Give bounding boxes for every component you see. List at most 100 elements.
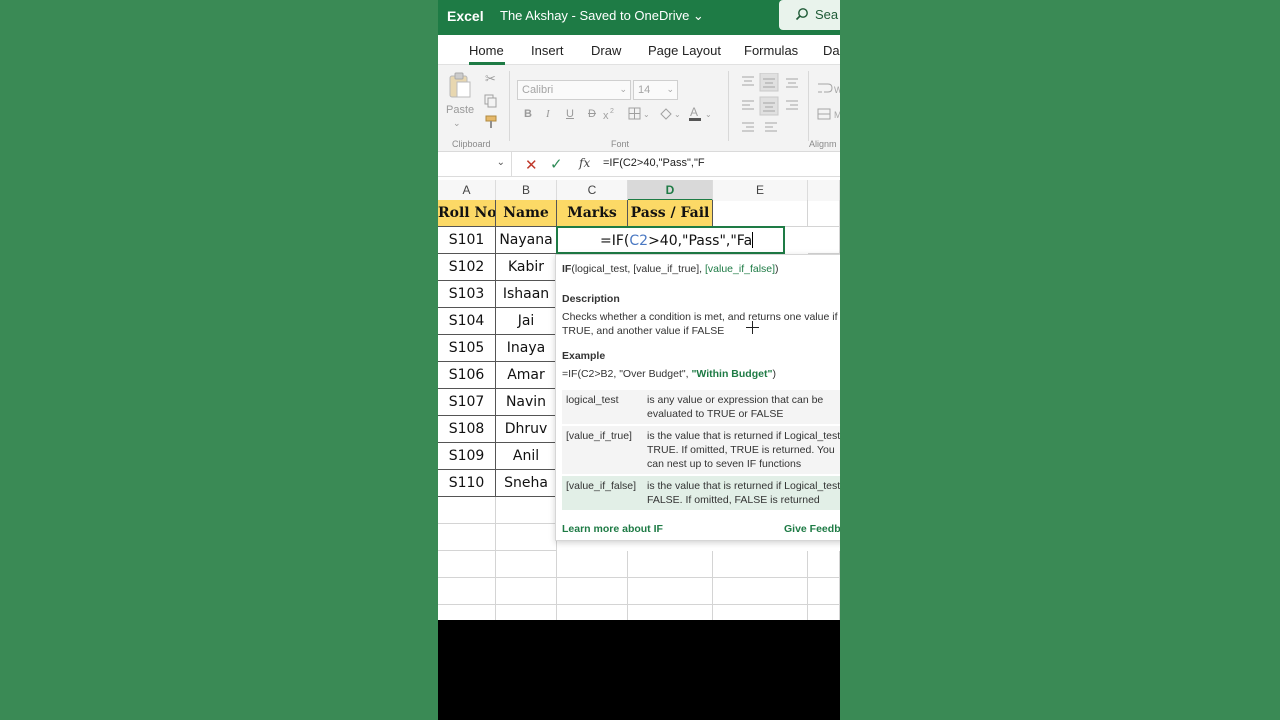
bold-button[interactable]: B xyxy=(524,108,532,120)
name-cell[interactable]: Kabir xyxy=(496,254,557,281)
empty-cell[interactable] xyxy=(557,578,628,605)
header-cell-roll-no[interactable]: Roll No xyxy=(438,200,496,227)
empty-cell[interactable] xyxy=(713,578,808,605)
paste-icon[interactable] xyxy=(448,71,472,99)
tab-draw[interactable]: Draw xyxy=(591,43,621,58)
superscript-icon[interactable]: x2 xyxy=(603,107,625,121)
empty-cell[interactable] xyxy=(628,551,713,578)
header-cell-pass-fail[interactable]: Pass / Fail xyxy=(628,200,713,227)
empty-cell[interactable] xyxy=(808,227,840,254)
name-cell[interactable]: Navin xyxy=(496,389,557,416)
empty-cell[interactable] xyxy=(496,605,557,620)
group-clipboard-label: Clipboard xyxy=(452,139,491,149)
insert-function-icon[interactable]: fx xyxy=(579,156,590,170)
format-painter-icon[interactable] xyxy=(484,115,498,129)
formula-input[interactable]: =IF(C2>40,"Pass","F xyxy=(603,157,705,169)
learn-more-link[interactable]: Learn more about IF xyxy=(562,523,663,535)
borders-icon[interactable]: ⌄ xyxy=(628,107,650,121)
roll-no-cell[interactable]: S102 xyxy=(438,254,496,281)
empty-cell[interactable] xyxy=(557,605,628,620)
empty-cell[interactable] xyxy=(713,200,808,227)
empty-cell[interactable] xyxy=(438,578,496,605)
name-cell[interactable]: Dhruv xyxy=(496,416,557,443)
wrap-merge-icons[interactable]: W M xyxy=(816,81,840,123)
empty-cell[interactable] xyxy=(808,551,840,578)
column-header-c[interactable]: C xyxy=(557,180,628,201)
empty-cell[interactable] xyxy=(438,497,496,524)
active-cell-editor[interactable]: =IF(C2>40,"Pass","Fa xyxy=(556,226,785,254)
svg-text:M: M xyxy=(834,110,840,120)
tab-data[interactable]: Da xyxy=(823,43,840,58)
font-size-select[interactable]: 14 ⌄ xyxy=(633,80,678,100)
tab-formulas[interactable]: Formulas xyxy=(744,43,798,58)
roll-no-cell[interactable]: S109 xyxy=(438,443,496,470)
empty-cell[interactable] xyxy=(438,551,496,578)
paste-chevron-icon[interactable]: ⌄ xyxy=(453,118,461,129)
text-caret xyxy=(752,232,754,248)
name-cell[interactable]: Ishaan xyxy=(496,281,557,308)
empty-cell[interactable] xyxy=(628,605,713,620)
tab-insert[interactable]: Insert xyxy=(531,43,564,58)
search-box[interactable]: Sea xyxy=(779,0,840,30)
svg-text:2: 2 xyxy=(610,108,614,115)
strikethrough-button[interactable]: D xyxy=(588,108,596,120)
app-name: Excel xyxy=(447,8,484,24)
name-cell[interactable]: Inaya xyxy=(496,335,557,362)
name-cell[interactable]: Amar xyxy=(496,362,557,389)
empty-cell[interactable] xyxy=(438,524,496,551)
empty-cell[interactable] xyxy=(557,551,628,578)
chevron-down-icon[interactable]: ⌄ xyxy=(497,157,505,168)
roll-no-cell[interactable]: S105 xyxy=(438,335,496,362)
roll-no-cell[interactable]: S104 xyxy=(438,308,496,335)
column-header-a[interactable]: A xyxy=(438,180,496,201)
column-header-d[interactable]: D xyxy=(628,180,713,201)
empty-cell[interactable] xyxy=(808,578,840,605)
empty-cell[interactable] xyxy=(808,200,840,227)
document-title[interactable]: The Akshay - Saved to OneDrive ⌄ xyxy=(500,8,704,24)
roll-no-cell[interactable]: S101 xyxy=(438,227,496,254)
function-name: IF xyxy=(562,263,572,275)
empty-cell[interactable] xyxy=(496,524,557,551)
paste-label[interactable]: Paste xyxy=(446,104,474,116)
font-name-value: Calibri xyxy=(522,84,554,96)
empty-cell[interactable] xyxy=(713,605,808,620)
fill-color-icon[interactable]: ⌄ xyxy=(658,107,682,121)
empty-cell[interactable] xyxy=(628,578,713,605)
example-highlight: "Within Budget" xyxy=(691,368,773,380)
header-cell-marks[interactable]: Marks xyxy=(557,200,628,227)
name-cell[interactable]: Jai xyxy=(496,308,557,335)
cut-icon[interactable]: ✂ xyxy=(485,71,496,87)
crosshair-cursor-icon xyxy=(746,321,759,334)
cancel-entry-icon[interactable]: ✕ xyxy=(525,156,538,174)
font-color-icon[interactable]: A ⌄ xyxy=(688,105,714,123)
confirm-entry-icon[interactable]: ✓ xyxy=(550,155,563,173)
roll-no-cell[interactable]: S110 xyxy=(438,470,496,497)
roll-no-cell[interactable]: S108 xyxy=(438,416,496,443)
alignment-icons[interactable] xyxy=(740,73,800,135)
name-cell[interactable]: Anil xyxy=(496,443,557,470)
name-cell[interactable]: Nayana xyxy=(496,227,557,254)
font-name-select[interactable]: Calibri ⌄ xyxy=(517,80,631,100)
name-box[interactable]: ⌄ xyxy=(438,152,512,176)
header-cell-name[interactable]: Name xyxy=(496,200,557,227)
empty-cell[interactable] xyxy=(438,605,496,620)
empty-cell[interactable] xyxy=(808,605,840,620)
column-header-e[interactable]: E xyxy=(713,180,808,201)
copy-icon[interactable] xyxy=(484,94,497,108)
italic-button[interactable]: I xyxy=(546,108,550,120)
worksheet-grid[interactable]: A B C D E Roll No Name Marks Pass / Fail… xyxy=(438,177,840,620)
empty-cell[interactable] xyxy=(496,578,557,605)
empty-cell[interactable] xyxy=(496,497,557,524)
empty-cell[interactable] xyxy=(496,551,557,578)
empty-cell[interactable] xyxy=(713,551,808,578)
roll-no-cell[interactable]: S107 xyxy=(438,389,496,416)
give-feedback-link[interactable]: Give Feedb xyxy=(784,523,840,535)
tab-home[interactable]: Home xyxy=(469,43,504,58)
roll-no-cell[interactable]: S106 xyxy=(438,362,496,389)
roll-no-cell[interactable]: S103 xyxy=(438,281,496,308)
tab-page-layout[interactable]: Page Layout xyxy=(648,43,721,58)
column-header-f[interactable] xyxy=(808,180,840,201)
name-cell[interactable]: Sneha xyxy=(496,470,557,497)
column-header-b[interactable]: B xyxy=(496,180,557,201)
underline-button[interactable]: U xyxy=(566,108,574,120)
